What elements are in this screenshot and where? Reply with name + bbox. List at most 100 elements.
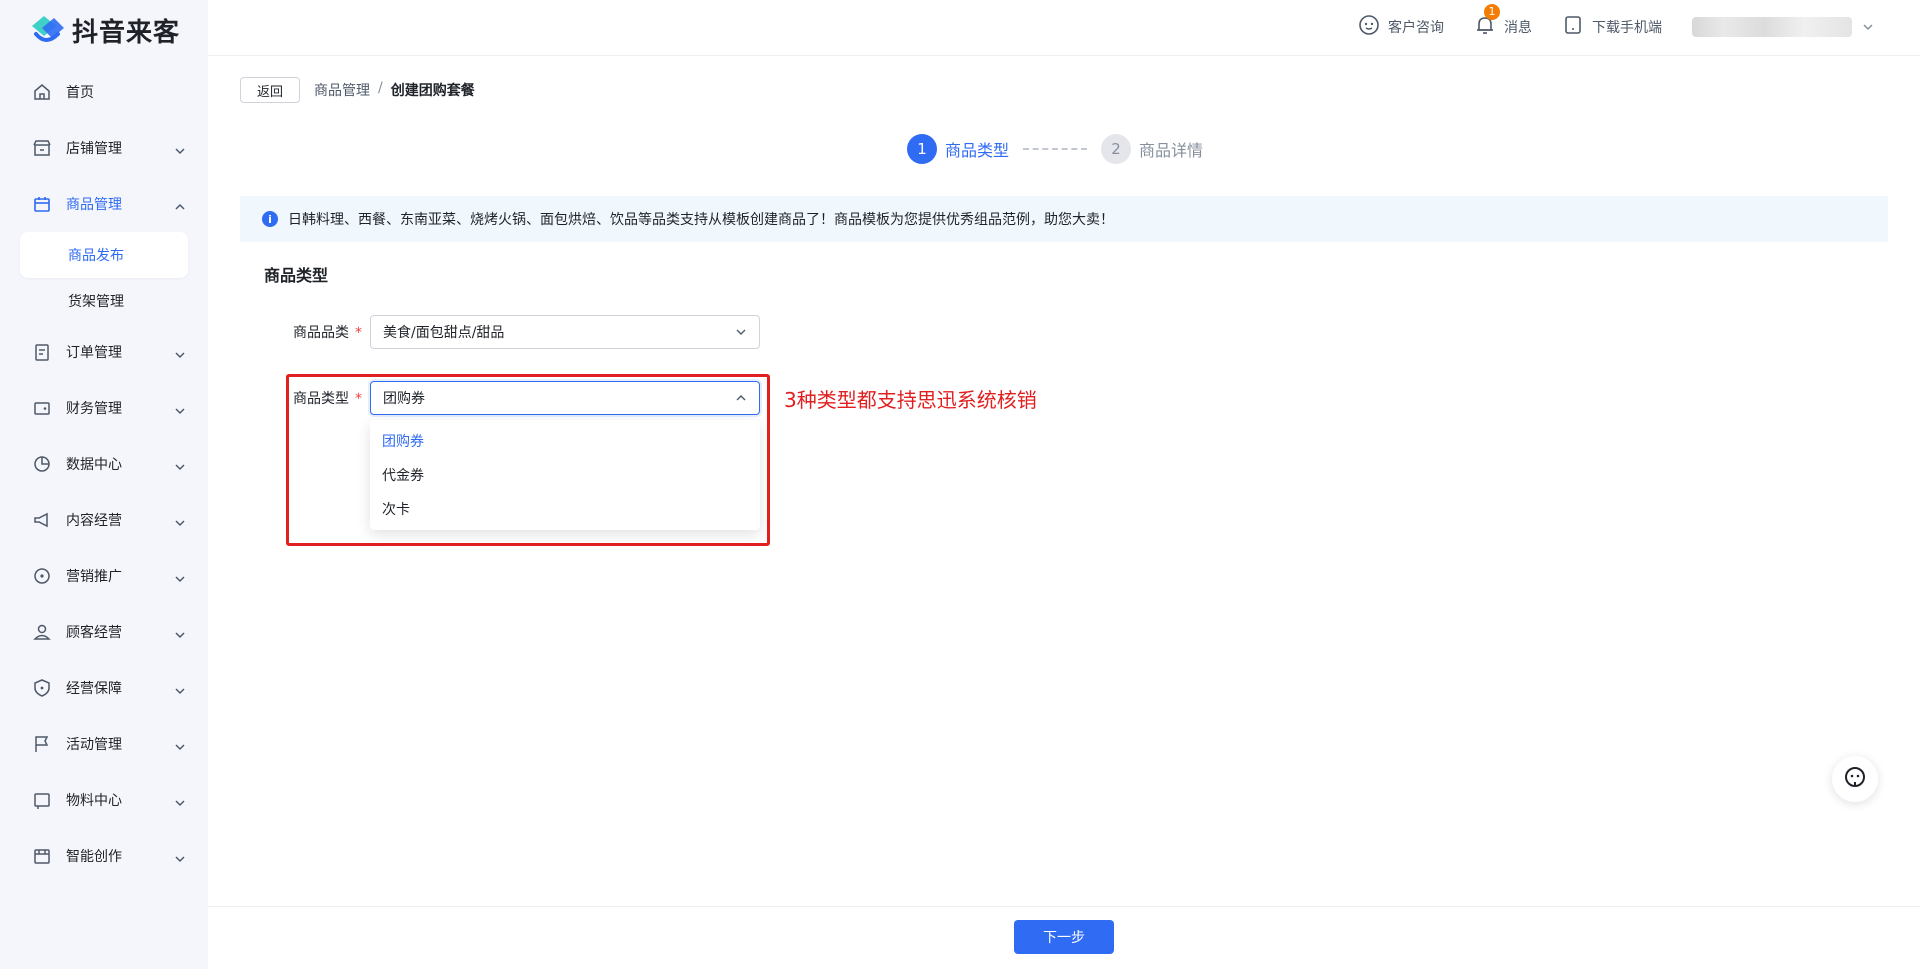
chevron-down-icon [174, 570, 186, 583]
breadcrumb-parent[interactable]: 商品管理 [314, 80, 370, 100]
sidebar-item-label: 智能创作 [66, 849, 122, 865]
user-menu[interactable] [1692, 17, 1874, 37]
type-dropdown: 团购券 代金券 次卡 [370, 420, 760, 530]
sidebar-item-customers[interactable]: 顾客经营 [0, 604, 208, 660]
sidebar-nav: 首页 店铺管理 商品管理 商品发布 货架管理 订单管理 财务管理 数据中心 内容… [0, 64, 208, 884]
back-button[interactable]: 返回 [240, 77, 300, 103]
chevron-down-icon [174, 458, 186, 471]
home-icon [32, 82, 52, 102]
phone-icon [1562, 14, 1584, 40]
chevron-down-icon [174, 514, 186, 527]
sidebar-item-label: 数据中心 [66, 457, 122, 473]
download-app-label: 下载手机端 [1592, 20, 1662, 36]
chevron-down-icon [735, 326, 747, 338]
shield-icon [32, 678, 52, 698]
step-1: 1 商品类型 [907, 134, 1009, 164]
sidebar-item-marketing[interactable]: 营销推广 [0, 548, 208, 604]
sidebar-item-label: 经营保障 [66, 681, 122, 697]
user-icon [32, 622, 52, 642]
breadcrumb-current: 创建团购套餐 [390, 83, 475, 99]
flag-icon [32, 734, 52, 754]
chevron-up-icon [174, 198, 186, 210]
category-select[interactable]: 美食/面包甜点/甜品 [370, 315, 760, 349]
step-divider [1023, 148, 1088, 150]
sidebar-item-label: 物料中心 [66, 793, 122, 809]
sidebar-item-label: 商品管理 [66, 197, 122, 213]
sidebar-item-label: 顾客经营 [66, 625, 122, 641]
type-select[interactable]: 团购券 [370, 381, 760, 415]
chevron-down-icon [174, 402, 186, 415]
material-icon [32, 790, 52, 810]
breadcrumb-separator: / [378, 80, 383, 96]
type-label: 商品类型 * [293, 391, 362, 407]
sidebar-subitem-publish[interactable]: 商品发布 [20, 232, 188, 278]
download-app-button[interactable]: 下载手机端 [1562, 14, 1662, 40]
info-banner: i 日韩料理、西餐、东南亚菜、烧烤火锅、面包烘焙、饮品等品类支持从模板创建商品了… [240, 196, 1888, 242]
chevron-down-icon [174, 794, 186, 807]
section-title: 商品类型 [264, 266, 329, 285]
sidebar-item-label: 内容经营 [66, 513, 122, 529]
step-2: 2 商品详情 [1101, 134, 1203, 164]
sidebar-item-store[interactable]: 店铺管理 [0, 120, 208, 176]
sidebar-item-ai-creation[interactable]: 智能创作 [0, 828, 208, 884]
required-mark: * [355, 325, 362, 341]
type-option[interactable]: 次卡 [370, 492, 760, 526]
sidebar-item-orders[interactable]: 订单管理 [0, 324, 208, 380]
sidebar-item-label: 活动管理 [66, 737, 122, 753]
topbar: 客户咨询 1 消息 下载手机端 [208, 0, 1920, 56]
sidebar-item-home[interactable]: 首页 [0, 64, 208, 120]
customer-service-button[interactable]: 客户咨询 [1358, 14, 1444, 40]
sidebar-item-products[interactable]: 商品管理 [0, 176, 208, 232]
sidebar-item-label: 营销推广 [66, 569, 122, 585]
floating-help-button[interactable] [1832, 756, 1878, 802]
info-banner-text: 日韩料理、西餐、东南亚菜、烧烤火锅、面包烘焙、饮品等品类支持从模板创建商品了！商… [288, 212, 1114, 228]
film-icon [32, 846, 52, 866]
sidebar-subitem-shelf[interactable]: 货架管理 [0, 278, 208, 324]
store-icon [32, 138, 52, 158]
sidebar-item-materials[interactable]: 物料中心 [0, 772, 208, 828]
category-label: 商品品类 * [293, 325, 362, 341]
avatar [1692, 17, 1852, 37]
next-step-button[interactable]: 下一步 [1014, 920, 1114, 954]
type-option[interactable]: 代金券 [370, 458, 760, 492]
chevron-down-icon [1862, 18, 1874, 37]
logo[interactable]: 抖音来客 [28, 12, 180, 48]
category-value: 美食/面包甜点/甜品 [383, 325, 505, 341]
sidebar-item-label: 订单管理 [66, 345, 122, 361]
steps: 1 商品类型 2 商品详情 [907, 134, 1203, 164]
messages-label: 消息 [1504, 20, 1532, 36]
chevron-down-icon [174, 142, 186, 155]
product-icon [32, 194, 52, 214]
type-option[interactable]: 团购券 [370, 424, 760, 458]
top-actions: 客户咨询 1 消息 下载手机端 [1358, 4, 1874, 40]
customer-service-label: 客户咨询 [1388, 20, 1444, 36]
chevron-up-icon [735, 392, 747, 404]
messages-button[interactable]: 1 消息 [1474, 4, 1532, 40]
sidebar-item-content[interactable]: 内容经营 [0, 492, 208, 548]
pie-chart-icon [32, 454, 52, 474]
type-row: 商品类型 * 团购券 [264, 381, 760, 415]
chat-icon [1358, 14, 1380, 40]
order-icon [32, 342, 52, 362]
step-number: 2 [1101, 134, 1132, 164]
sidebar-item-protection[interactable]: 经营保障 [0, 660, 208, 716]
logo-text: 抖音来客 [72, 17, 181, 48]
chevron-down-icon [174, 682, 186, 695]
chevron-down-icon [174, 626, 186, 639]
chevron-down-icon [174, 738, 186, 751]
required-mark: * [355, 391, 362, 407]
type-value: 团购券 [383, 391, 425, 407]
sidebar: 抖音来客 首页 店铺管理 商品管理 商品发布 货架管理 订单管理 财务管理 数据… [0, 0, 208, 969]
chevron-down-icon [174, 346, 186, 359]
info-icon: i [262, 211, 278, 227]
sidebar-item-label: 财务管理 [66, 401, 122, 417]
step-label: 商品类型 [945, 141, 1010, 160]
sidebar-item-finance[interactable]: 财务管理 [0, 380, 208, 436]
step-number: 1 [907, 134, 937, 164]
category-row: 商品品类 * 美食/面包甜点/甜品 [264, 315, 760, 349]
logo-icon [28, 12, 66, 48]
sidebar-item-activities[interactable]: 活动管理 [0, 716, 208, 772]
bell-icon: 1 [1474, 4, 1500, 40]
sidebar-item-data[interactable]: 数据中心 [0, 436, 208, 492]
message-badge: 1 [1484, 4, 1500, 20]
